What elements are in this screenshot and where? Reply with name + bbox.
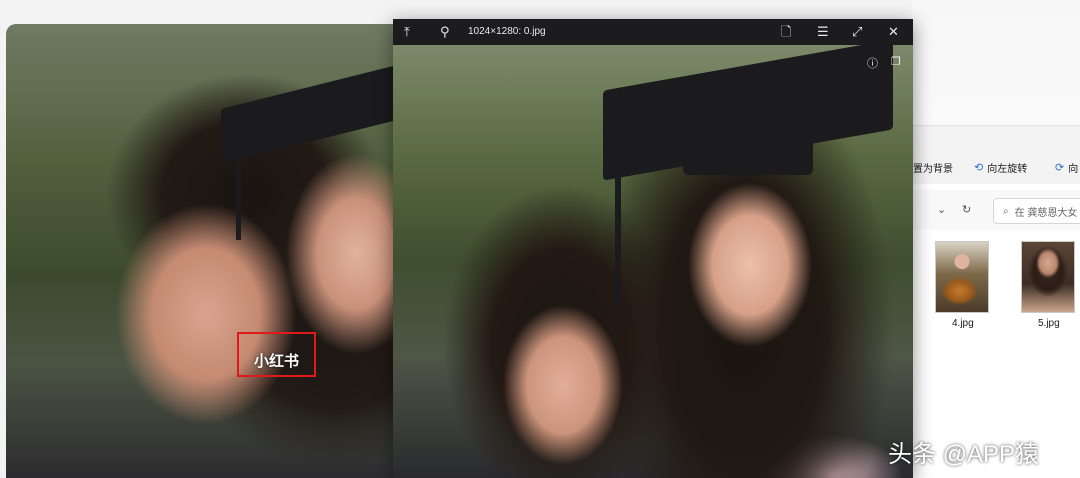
arrow-to-top-icon[interactable]: ⤒ (404, 24, 410, 40)
graduation-cap (221, 59, 421, 164)
rotate-right-button[interactable]: ⟳ 向 (1055, 160, 1078, 175)
gallery-icon[interactable]: ❐ (891, 55, 901, 68)
explorer-command-bar (912, 125, 1080, 184)
cap-tassel (236, 120, 241, 240)
watermark-label: 小红书 (254, 352, 300, 370)
viewer-cap-crown (683, 135, 813, 175)
document-icon[interactable]: 🗋 (781, 24, 791, 40)
refresh-icon[interactable]: ↻ (962, 203, 971, 216)
rotate-right-label: 向 (1068, 164, 1079, 175)
background-photo (6, 24, 426, 478)
history-dropdown-icon[interactable]: ⌄ (937, 203, 946, 216)
close-icon[interactable]: ✕ (888, 24, 899, 40)
rotate-left-label: 向左旋转 (987, 164, 1028, 175)
search-input[interactable]: ⌕ 在 龚慈恩大女 (993, 198, 1080, 224)
explorer-titlebar (912, 0, 1080, 125)
list-icon[interactable]: ☰ (817, 24, 829, 40)
viewer-title: 1024×1280: 0.jpg (468, 26, 546, 37)
file-explorer (912, 0, 1080, 478)
viewer-cap-tassel (615, 155, 621, 305)
pin-icon[interactable]: ⚲ (440, 24, 450, 40)
viewer-toolbar: ⤒ ⚲ 1024×1280: 0.jpg 🗋 ☰ ⤢ ✕ (393, 19, 913, 45)
rotate-left-icon: ⟲ (974, 162, 984, 174)
credit-watermark: 头条 @APP猿 (888, 441, 1040, 468)
file-thumbnail-4[interactable] (935, 241, 989, 313)
image-viewer-window: ⤒ ⚲ 1024×1280: 0.jpg 🗋 ☰ ⤢ ✕ ⓘ ❐ (393, 19, 913, 478)
set-background-label: 置为背景 (913, 164, 953, 175)
file-thumbnail-5[interactable] (1021, 241, 1075, 313)
file-name-4[interactable]: 4.jpg (952, 318, 974, 329)
viewer-photo (393, 45, 913, 478)
rotate-right-icon: ⟳ (1055, 162, 1065, 174)
search-placeholder: 在 龚慈恩大女 (1014, 207, 1078, 219)
search-icon: ⌕ (1003, 205, 1009, 217)
rotate-left-button[interactable]: ⟲ 向左旋转 (974, 160, 1027, 175)
info-icon[interactable]: ⓘ (867, 55, 878, 71)
file-name-5[interactable]: 5.jpg (1038, 318, 1060, 329)
set-background-button[interactable]: 置为背景 (913, 160, 953, 175)
expand-icon[interactable]: ⤢ (852, 24, 862, 40)
